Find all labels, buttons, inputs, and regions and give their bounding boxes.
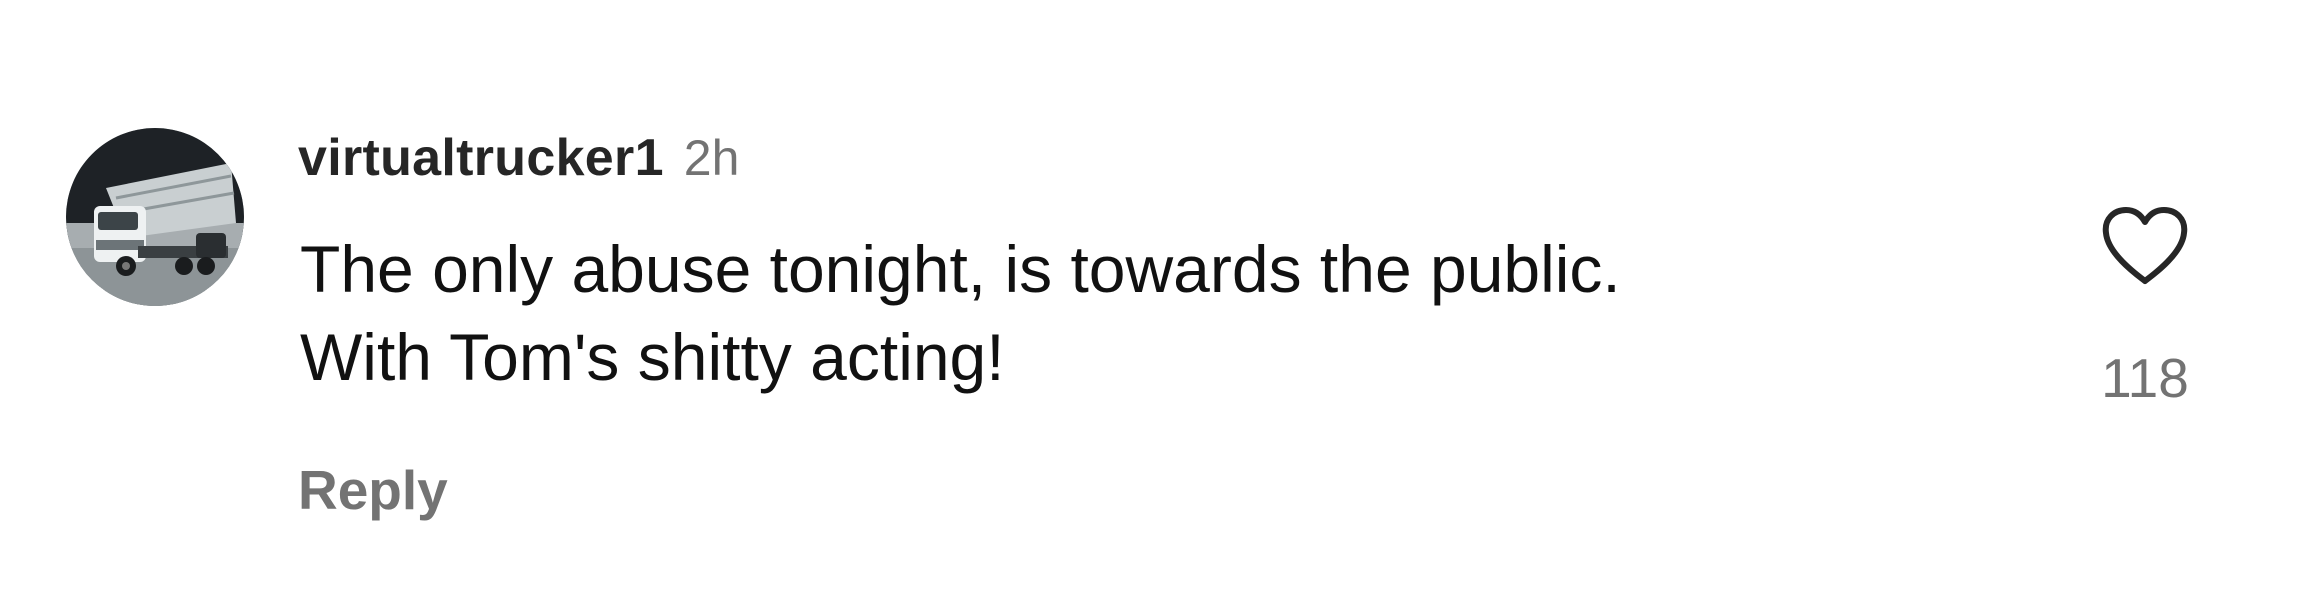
- comment-header: virtualtrucker1 2h: [298, 128, 739, 198]
- comment-item: virtualtrucker1 2h The only abuse tonigh…: [0, 0, 2300, 600]
- comment-text-line: The only abuse tonight, is towards the p…: [300, 232, 1621, 306]
- like-count: 118: [2101, 347, 2189, 409]
- comment-text: The only abuse tonight, is towards the p…: [300, 225, 2000, 401]
- truck-avatar-image: [66, 128, 244, 306]
- heart-outline-icon: [2102, 207, 2188, 284]
- like-button[interactable]: [2100, 205, 2190, 287]
- avatar[interactable]: [66, 128, 244, 306]
- timestamp: 2h: [683, 130, 740, 186]
- reply-button[interactable]: Reply: [298, 458, 448, 522]
- username[interactable]: virtualtrucker1: [298, 128, 664, 188]
- comment-text-line: With Tom's shitty acting!: [300, 320, 1005, 394]
